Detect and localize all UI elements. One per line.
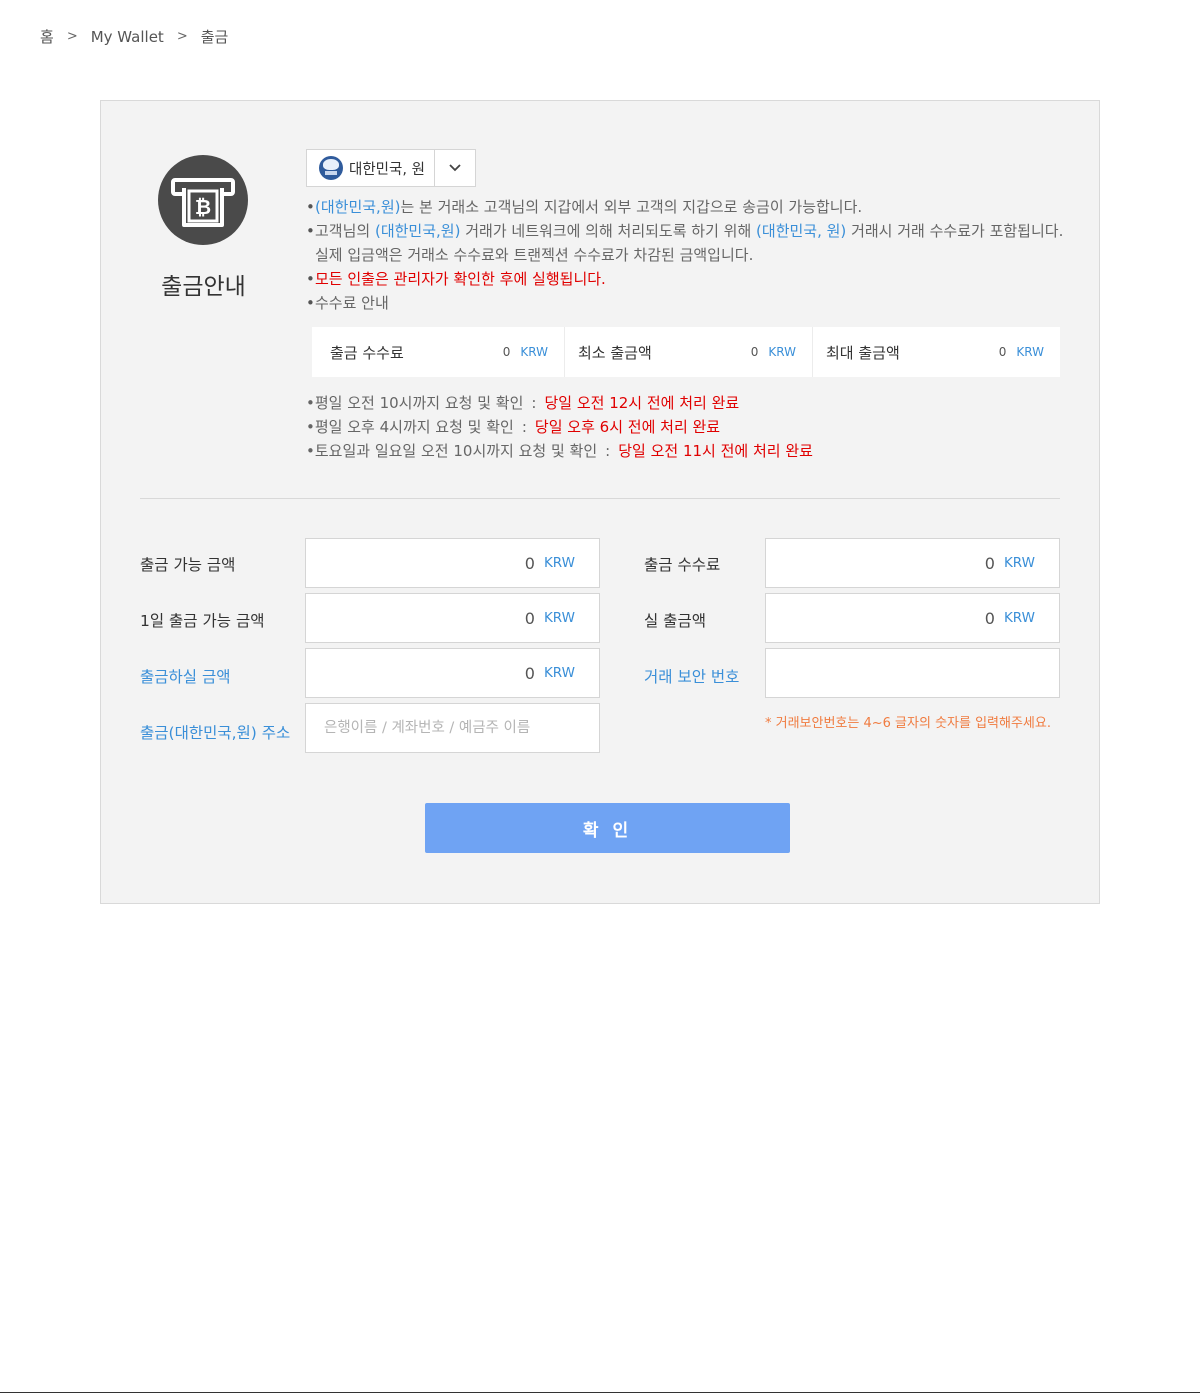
schedule-result: 당일 오전 11시 전에 처리 완료 xyxy=(618,442,813,460)
fee-label: 최대 출금액 xyxy=(826,343,900,362)
fee-cell-min-withdraw: 최소 출금액 0 KRW xyxy=(564,327,812,377)
schedule-result: 당일 오전 12시 전에 처리 완료 xyxy=(544,394,740,412)
note-line: •수수료 안내 xyxy=(306,291,1066,315)
actual-amount-label: 실 출금액 xyxy=(644,612,706,630)
daily-available-value: 0 xyxy=(524,608,535,628)
note-text: 고객님의 xyxy=(315,222,375,240)
confirm-button[interactable]: 확 인 xyxy=(425,803,790,853)
svg-text:₿: ₿ xyxy=(195,195,211,219)
bullet: • xyxy=(306,270,315,288)
bullet: • xyxy=(306,442,315,460)
fee-value: 0 xyxy=(998,345,1007,359)
currency-flag-icon xyxy=(319,156,343,180)
fee-unit: KRW xyxy=(768,345,796,359)
schedule-colon: : xyxy=(521,418,527,436)
withdraw-panel: ₿ 출금안내 대한민국, 원 •(대한민국,원)는 본 거래소 고객님의 지갑에… xyxy=(100,100,1100,904)
currency-select[interactable]: 대한민국, 원 xyxy=(306,149,476,187)
chevron-down-icon[interactable] xyxy=(434,150,475,186)
security-number-label: 거래 보안 번호 xyxy=(644,668,740,686)
schedule-condition: 토요일과 일요일 오전 10시까지 요청 및 확인 xyxy=(314,442,598,460)
withdraw-fee-field: 0 KRW xyxy=(765,538,1060,588)
note-currency-highlight: (대한민국, 원) xyxy=(756,222,847,240)
note-line: 실제 입금액은 거래소 수수료와 트랜젝션 수수료가 차감된 금액입니다. xyxy=(315,246,754,264)
withdraw-amount-value: 0 xyxy=(524,663,535,683)
fee-table: 출금 수수료 0 KRW 최소 출금액 0 KRW 최대 출금액 0 KRW xyxy=(312,327,1060,377)
fee-label: 출금 수수료 xyxy=(330,343,404,362)
note-currency-highlight: (대한민국,원) xyxy=(374,222,461,240)
note-line-warning: •모든 인출은 관리자가 확인한 후에 실행됩니다. xyxy=(306,267,1066,291)
security-number-field xyxy=(765,648,1060,698)
available-amount-value: 0 xyxy=(524,553,535,573)
fee-value: 0 xyxy=(750,345,759,359)
schedule-condition: 평일 오전 10시까지 요청 및 확인 xyxy=(314,394,524,412)
withdraw-address-input[interactable] xyxy=(306,704,599,752)
breadcrumb-separator: > xyxy=(176,29,188,44)
bullet: • xyxy=(306,222,315,240)
schedule-result: 당일 오후 6시 전에 처리 완료 xyxy=(534,418,721,436)
schedule-line: •토요일과 일요일 오전 10시까지 요청 및 확인: 당일 오전 11시 전에 … xyxy=(306,439,813,463)
guide-title: 출금안내 xyxy=(161,274,246,300)
breadcrumb-my-wallet[interactable]: My Wallet xyxy=(91,28,164,46)
schedule-colon: : xyxy=(531,394,537,412)
available-amount-label: 출금 가능 금액 xyxy=(140,556,236,574)
schedule-line: •평일 오전 10시까지 요청 및 확인: 당일 오전 12시 전에 처리 완료 xyxy=(306,391,813,415)
currency-unit: KRW xyxy=(543,610,575,626)
bullet: • xyxy=(306,198,315,216)
withdraw-address-label: 출금(대한민국,원) 주소 xyxy=(140,724,291,742)
breadcrumb-separator: > xyxy=(66,29,78,44)
schedule-line: •평일 오후 4시까지 요청 및 확인: 당일 오후 6시 전에 처리 완료 xyxy=(306,415,813,439)
section-divider xyxy=(140,498,1060,499)
bullet: • xyxy=(306,394,315,412)
daily-available-label: 1일 출금 가능 금액 xyxy=(140,612,265,630)
schedule-colon: : xyxy=(605,442,611,460)
note-text: 모든 인출은 관리자가 확인한 후에 실행됩니다. xyxy=(315,270,606,288)
atm-bitcoin-icon: ₿ xyxy=(158,155,248,245)
currency-unit: KRW xyxy=(543,555,575,571)
note-text: 거래가 네트워크에 의해 처리되도록 하기 위해 xyxy=(460,222,757,240)
actual-amount-value: 0 xyxy=(984,608,995,628)
withdraw-address-field xyxy=(305,703,600,753)
breadcrumb-current: 출금 xyxy=(200,28,229,46)
daily-available-field: 0 KRW xyxy=(305,593,600,643)
fee-label: 최소 출금액 xyxy=(578,343,652,362)
actual-amount-field: 0 KRW xyxy=(765,593,1060,643)
withdraw-fee-label: 출금 수수료 xyxy=(644,556,721,574)
processing-schedule: •평일 오전 10시까지 요청 및 확인: 당일 오전 12시 전에 처리 완료 … xyxy=(306,391,813,463)
security-number-input[interactable] xyxy=(766,649,1059,697)
note-line: •(대한민국,원)는 본 거래소 고객님의 지갑에서 외부 고객의 지갑으로 송… xyxy=(306,195,1066,219)
security-number-hint: * 거래보안번호는 4~6 글자의 숫자를 입력해주세요. xyxy=(765,716,1051,731)
schedule-condition: 평일 오후 4시까지 요청 및 확인 xyxy=(314,418,514,436)
withdraw-notes: •(대한민국,원)는 본 거래소 고객님의 지갑에서 외부 고객의 지갑으로 송… xyxy=(306,195,1066,315)
breadcrumb-home[interactable]: 홈 xyxy=(40,26,54,47)
bullet: • xyxy=(306,418,315,436)
page-bottom-border xyxy=(0,1392,1200,1393)
withdraw-amount-label: 출금하실 금액 xyxy=(140,668,231,686)
note-line: •고객님의 (대한민국,원) 거래가 네트워크에 의해 처리되도록 하기 위해 … xyxy=(306,219,1066,243)
note-text: 수수료 안내 xyxy=(315,294,389,312)
note-text: 거래시 거래 수수료가 포함됩니다. xyxy=(846,222,1064,240)
fee-cell-withdraw-fee: 출금 수수료 0 KRW xyxy=(312,327,564,377)
fee-unit: KRW xyxy=(520,345,548,359)
breadcrumb: 홈 > My Wallet > 출금 xyxy=(40,26,228,47)
bullet: • xyxy=(306,294,315,312)
withdraw-fee-value: 0 xyxy=(984,553,995,573)
note-currency-highlight: (대한민국,원) xyxy=(315,198,401,216)
withdraw-amount-input[interactable]: 0 KRW xyxy=(305,648,600,698)
currency-selected-value: 대한민국, 원 xyxy=(349,161,425,178)
fee-unit: KRW xyxy=(1016,345,1044,359)
note-text: 는 본 거래소 고객님의 지갑에서 외부 고객의 지갑으로 송금이 가능합니다. xyxy=(400,198,863,216)
currency-unit: KRW xyxy=(1003,555,1035,571)
fee-cell-max-withdraw: 최대 출금액 0 KRW xyxy=(812,327,1060,377)
fee-value: 0 xyxy=(502,345,511,359)
currency-unit: KRW xyxy=(543,665,575,681)
currency-unit: KRW xyxy=(1003,610,1035,626)
available-amount-field: 0 KRW xyxy=(305,538,600,588)
